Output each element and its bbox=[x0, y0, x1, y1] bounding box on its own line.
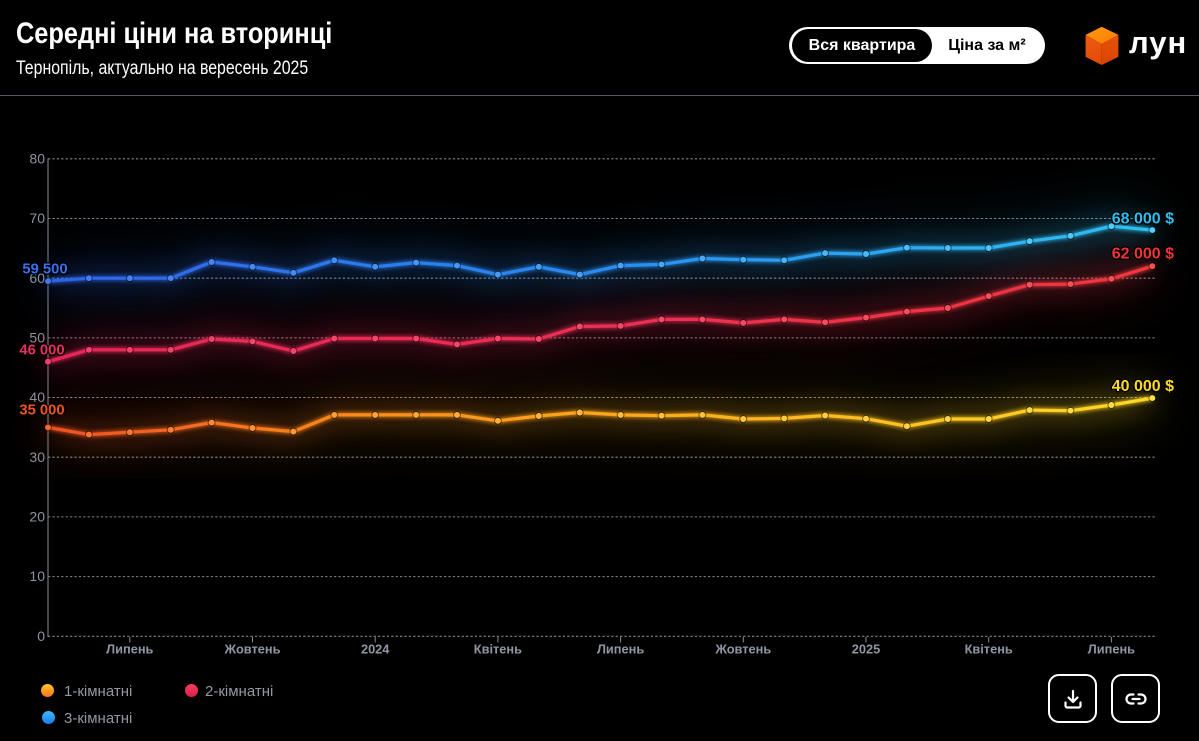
svg-text:Квітень: Квітень bbox=[474, 642, 522, 657]
svg-text:Жовтень: Жовтень bbox=[714, 642, 771, 657]
svg-text:30: 30 bbox=[29, 449, 45, 465]
svg-text:62 000 $: 62 000 $ bbox=[1112, 246, 1174, 263]
svg-text:10: 10 bbox=[29, 568, 45, 584]
svg-text:80: 80 bbox=[29, 150, 45, 166]
svg-text:40 000 $: 40 000 $ bbox=[1112, 378, 1174, 395]
svg-text:70: 70 bbox=[29, 210, 45, 226]
svg-text:68 000 $: 68 000 $ bbox=[1112, 211, 1174, 228]
svg-text:0: 0 bbox=[37, 628, 45, 644]
svg-text:2025: 2025 bbox=[852, 642, 880, 657]
svg-text:Липень: Липень bbox=[597, 642, 644, 657]
svg-text:59 500: 59 500 bbox=[22, 262, 67, 278]
svg-text:2024: 2024 bbox=[361, 642, 390, 657]
svg-text:Жовтень: Жовтень bbox=[224, 642, 281, 657]
svg-text:Липень: Липень bbox=[106, 642, 153, 657]
svg-text:20: 20 bbox=[29, 509, 45, 525]
svg-text:Квітень: Квітень bbox=[965, 642, 1013, 657]
svg-text:35 000: 35 000 bbox=[19, 403, 64, 419]
svg-text:Липень: Липень bbox=[1088, 642, 1135, 657]
svg-text:46 000: 46 000 bbox=[19, 343, 64, 359]
